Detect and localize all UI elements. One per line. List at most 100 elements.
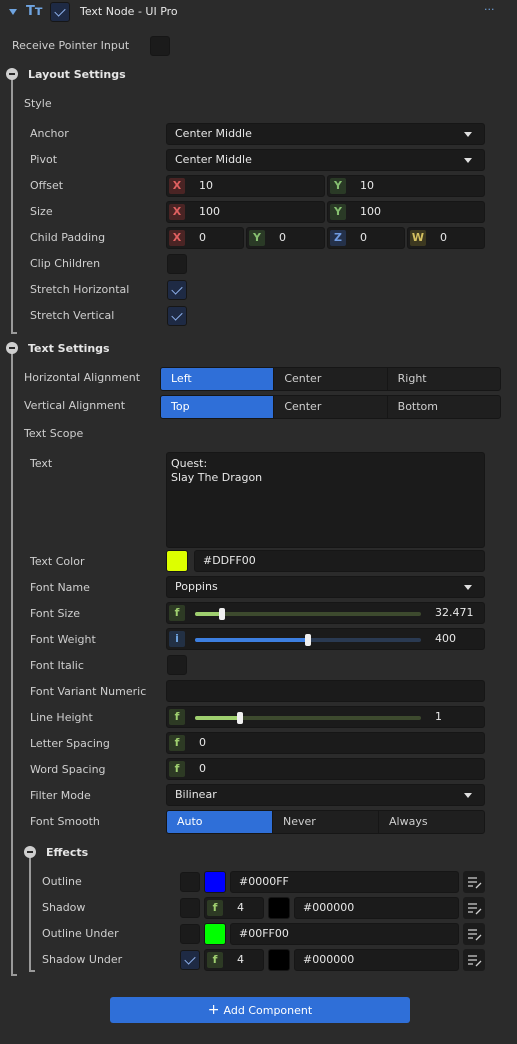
- outline-color-field[interactable]: #0000FF: [230, 871, 459, 893]
- clip-children-label: Clip Children: [30, 257, 101, 270]
- shadow-under-edit-icon[interactable]: [463, 949, 485, 971]
- halign-left-button[interactable]: Left: [161, 368, 275, 390]
- outline-color-swatch[interactable]: [204, 871, 226, 893]
- child-padding-label: Child Padding: [30, 231, 106, 244]
- word-spacing-field[interactable]: f0: [166, 758, 485, 780]
- shadow-color-swatch[interactable]: [268, 897, 290, 919]
- shadow-edit-icon[interactable]: [463, 897, 485, 919]
- outline-under-enabled-checkbox[interactable]: [180, 924, 200, 944]
- shadow-label: Shadow: [42, 901, 86, 914]
- text-area[interactable]: Quest: Slay The Dragon: [166, 452, 485, 548]
- font-smooth-selector: Auto Never Always: [166, 810, 485, 834]
- stretch-horizontal-label: Stretch Horizontal: [30, 283, 130, 296]
- effects-tree-end: [29, 970, 35, 972]
- stretch-vertical-label: Stretch Vertical: [30, 309, 115, 322]
- text-color-swatch[interactable]: [166, 550, 188, 572]
- font-variant-numeric-field[interactable]: [166, 680, 485, 702]
- anchor-label: Anchor: [30, 127, 69, 140]
- pivot-dropdown[interactable]: Center Middle: [166, 149, 485, 171]
- font-weight-knob[interactable]: [305, 634, 311, 646]
- effects-title: Effects: [46, 846, 89, 859]
- line-height-label: Line Height: [30, 711, 93, 724]
- shadow-enabled-checkbox[interactable]: [180, 898, 200, 918]
- letter-spacing-field[interactable]: f0: [166, 732, 485, 754]
- size-label: Size: [30, 205, 53, 218]
- layout-collapse-icon[interactable]: [6, 68, 18, 80]
- horizontal-alignment-selector: Left Center Right: [160, 367, 501, 391]
- filter-mode-label: Filter Mode: [30, 789, 91, 802]
- layout-tree-end: [11, 332, 17, 334]
- size-x-field[interactable]: X 100: [166, 201, 325, 223]
- font-size-knob[interactable]: [219, 608, 225, 620]
- offset-y-field[interactable]: Y 10: [327, 175, 485, 197]
- size-y-field[interactable]: Y 100: [327, 201, 485, 223]
- shadow-under-size-field[interactable]: f4: [204, 949, 264, 971]
- text-settings-collapse-icon[interactable]: [6, 342, 18, 354]
- layout-tree-line: [11, 74, 13, 334]
- outline-edit-icon[interactable]: [463, 871, 485, 893]
- clip-children-checkbox[interactable]: [167, 254, 187, 274]
- shadow-under-color-swatch[interactable]: [268, 949, 290, 971]
- child-padding-w-field[interactable]: W0: [407, 227, 485, 249]
- font-italic-checkbox[interactable]: [167, 655, 187, 675]
- pivot-label: Pivot: [30, 153, 58, 166]
- shadow-under-enabled-checkbox[interactable]: [180, 950, 200, 970]
- text-color-label: Text Color: [30, 555, 85, 568]
- halign-center-button[interactable]: Center: [274, 368, 388, 390]
- stretch-vertical-checkbox[interactable]: [167, 306, 187, 326]
- shadow-color-field[interactable]: #000000: [294, 897, 459, 919]
- stretch-horizontal-checkbox[interactable]: [167, 280, 187, 300]
- font-size-track: [195, 612, 421, 616]
- valign-center-button[interactable]: Center: [274, 396, 388, 418]
- font-smooth-auto-button[interactable]: Auto: [167, 811, 273, 833]
- line-height-knob[interactable]: [237, 712, 243, 724]
- receive-pointer-input-checkbox[interactable]: [150, 36, 170, 56]
- shadow-under-color-field[interactable]: #000000: [294, 949, 459, 971]
- font-size-fill: [195, 612, 222, 616]
- shadow-under-label: Shadow Under: [42, 953, 123, 966]
- offset-label: Offset: [30, 179, 64, 192]
- collapse-arrow-icon[interactable]: [9, 9, 17, 15]
- outline-enabled-checkbox[interactable]: [180, 872, 200, 892]
- component-enabled-checkbox[interactable]: [50, 2, 70, 22]
- child-padding-x-field[interactable]: X0: [166, 227, 244, 249]
- offset-x-field[interactable]: X 10: [166, 175, 325, 197]
- font-name-label: Font Name: [30, 581, 90, 594]
- font-variant-numeric-label: Font Variant Numeric: [30, 685, 147, 698]
- child-padding-z-field[interactable]: Z0: [327, 227, 405, 249]
- outline-under-color-field[interactable]: #00FF00: [230, 923, 459, 945]
- letter-spacing-label: Letter Spacing: [30, 737, 110, 750]
- outline-under-edit-icon[interactable]: [463, 923, 485, 945]
- font-weight-label: Font Weight: [30, 633, 96, 646]
- valign-top-button[interactable]: Top: [161, 396, 275, 418]
- child-padding-y-field[interactable]: Y0: [246, 227, 325, 249]
- font-smooth-never-button[interactable]: Never: [273, 811, 379, 833]
- component-header: Tт Text Node - UI Pro ···: [0, 0, 517, 26]
- vertical-alignment-selector: Top Center Bottom: [160, 395, 501, 419]
- line-height-slider[interactable]: f 1: [166, 706, 485, 728]
- text-settings-title: Text Settings: [28, 342, 110, 355]
- outline-under-color-swatch[interactable]: [204, 923, 226, 945]
- text-scope-label: Text Scope: [24, 427, 84, 440]
- horizontal-alignment-label: Horizontal Alignment: [24, 371, 141, 384]
- valign-bottom-button[interactable]: Bottom: [388, 396, 500, 418]
- effects-collapse-icon[interactable]: [24, 846, 36, 858]
- font-smooth-always-button[interactable]: Always: [379, 811, 484, 833]
- outline-label: Outline: [42, 875, 82, 888]
- effects-tree-line: [29, 852, 31, 972]
- component-title: Text Node - UI Pro: [80, 5, 178, 18]
- anchor-dropdown[interactable]: Center Middle: [166, 123, 485, 145]
- more-options-icon[interactable]: ···: [484, 3, 495, 16]
- font-size-slider[interactable]: f 32.471: [166, 602, 485, 624]
- text-settings-tree-end: [11, 974, 17, 976]
- text-color-field[interactable]: #DDFF00: [194, 550, 485, 572]
- filter-mode-dropdown[interactable]: Bilinear: [166, 784, 485, 806]
- halign-right-button[interactable]: Right: [388, 368, 500, 390]
- font-italic-label: Font Italic: [30, 659, 84, 672]
- font-weight-slider[interactable]: i 400: [166, 628, 485, 650]
- add-component-button[interactable]: + Add Component: [110, 997, 410, 1023]
- shadow-size-field[interactable]: f4: [204, 897, 264, 919]
- font-name-dropdown[interactable]: Poppins: [166, 576, 485, 598]
- layout-settings-title: Layout Settings: [28, 68, 126, 81]
- outline-under-label: Outline Under: [42, 927, 119, 940]
